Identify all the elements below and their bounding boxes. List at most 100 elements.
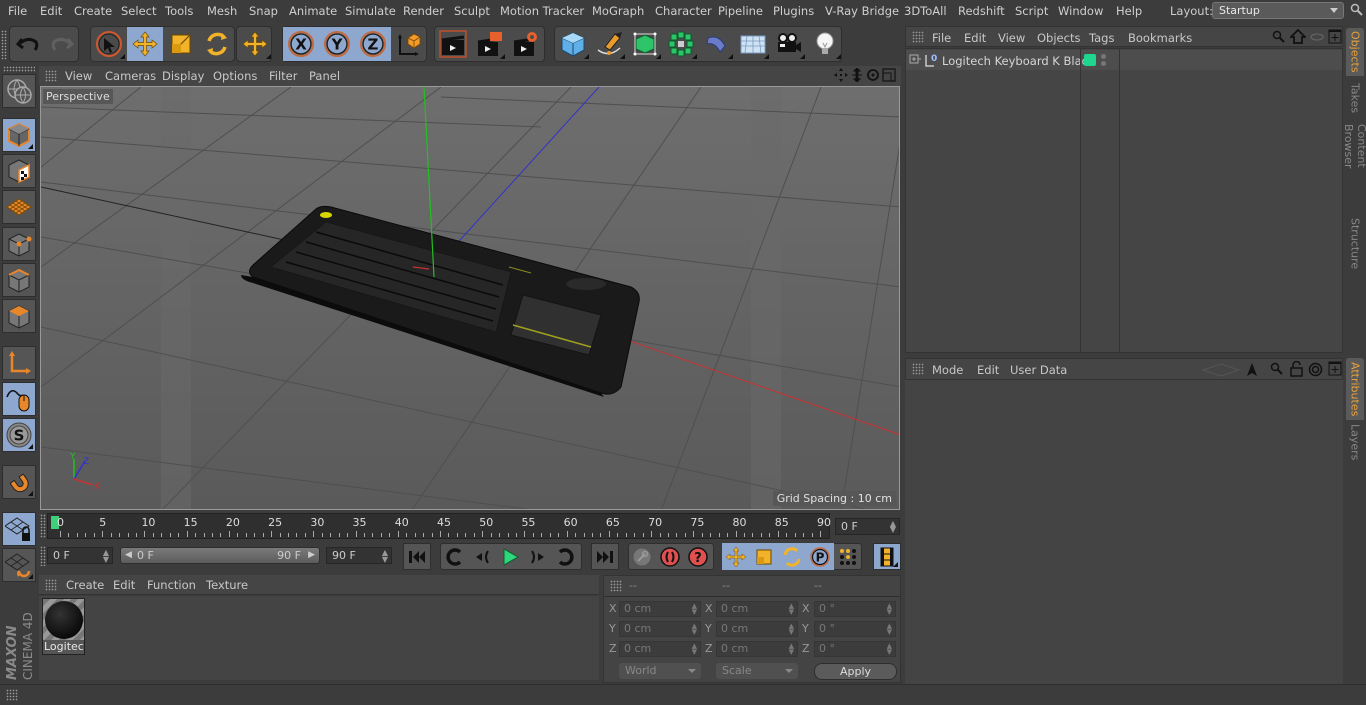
pan-view-icon[interactable] [834,68,848,82]
menu-mograph[interactable]: MoGraph [592,4,644,18]
material-item[interactable]: Logitech [42,598,85,655]
toolbar-grip[interactable] [1,30,7,60]
objects-menu-file[interactable]: File [932,31,951,45]
pos-y-field[interactable]: 0 cm ▲ ▼ [619,621,701,637]
new-window-icon[interactable] [1328,361,1342,376]
render-to-picture-viewer-button[interactable] [471,27,507,61]
previous-key-button[interactable] [440,543,468,570]
key-parameter-button[interactable]: P [806,543,834,570]
menu-vray-bridge[interactable]: V-Ray Bridge [825,4,899,18]
texture-mode-button[interactable] [2,154,36,188]
rot-y-field[interactable]: 0 ° ▲ ▼ [814,621,896,637]
column-divider[interactable] [1119,49,1120,352]
cube-button[interactable] [555,27,591,61]
menu-motion-tracker[interactable]: Motion Tracker [500,4,584,18]
x-axis-lock-button[interactable]: X [283,27,319,61]
menu-help[interactable]: Help [1116,4,1142,18]
transport-grip[interactable] [40,546,46,566]
timeline-grip[interactable] [40,514,46,538]
autokeying-button[interactable] [656,543,684,570]
cloner-button[interactable] [663,27,699,61]
editor-visibility-dot[interactable] [1101,54,1106,59]
spinner-icon[interactable]: ▲ ▼ [692,603,697,616]
rotate-tool-button[interactable] [199,27,235,61]
new-window-icon[interactable] [1328,29,1342,44]
material-menu-function[interactable]: Function [147,578,196,592]
tab-structure[interactable]: Structure [1346,214,1364,274]
start-frame-field[interactable]: 0 F ▲ ▼ [47,547,113,564]
menu-3dtoall[interactable]: 3DToAll [904,4,947,18]
tab-takes[interactable]: Takes [1346,78,1364,118]
pen-button[interactable] [591,27,627,61]
objects-menu-bookmarks[interactable]: Bookmarks [1128,31,1192,45]
pos-x-field[interactable]: 0 cm ▲ ▼ [619,601,701,617]
frame-range-slider[interactable]: ◀ 0 F 90 F ▶ [120,547,320,564]
spinner-icon[interactable]: ▲ ▼ [789,603,794,616]
spinner-icon[interactable]: ▲ ▼ [887,643,892,656]
tab-content-browser[interactable]: Content Browser [1342,120,1366,212]
spinner-icon[interactable]: ▲ ▼ [789,643,794,656]
y-axis-lock-button[interactable]: Y [319,27,355,61]
coordinates-grip[interactable] [610,580,622,592]
column-divider[interactable] [1080,49,1081,352]
edges-mode-button[interactable] [2,263,36,297]
workplane-mode-button[interactable] [2,190,36,224]
camera-label[interactable]: Perspective [43,89,113,104]
object-row[interactable]: 0 Logitech Keyboard K Black [906,50,1342,70]
timeline-window-button[interactable] [873,543,901,570]
range-right-arrow-icon[interactable]: ▶ [308,550,315,560]
subdivision-surface-button[interactable] [627,27,663,61]
live-selection-button[interactable] [91,27,127,61]
next-key-button[interactable] [552,543,580,570]
spinner-icon[interactable]: ▲ ▼ [789,623,794,636]
material-grip[interactable] [45,579,57,591]
floor-button[interactable] [735,27,771,61]
viewport-menu-filter[interactable]: Filter [269,69,297,83]
menu-plugins[interactable]: Plugins [773,4,814,18]
model-mode-button[interactable] [2,118,36,152]
coordinate-mode-dropdown[interactable]: World [619,663,701,679]
menu-render[interactable]: Render [403,4,444,18]
redo-button[interactable] [44,27,80,61]
attributes-menu-edit[interactable]: Edit [977,363,999,377]
z-axis-lock-button[interactable]: Z [355,27,391,61]
apply-button[interactable]: Apply [814,663,897,680]
tab-objects[interactable]: Objects [1346,28,1364,76]
key-scale-button[interactable] [750,543,778,570]
menu-pipeline[interactable]: Pipeline [718,4,763,18]
axis-mode-button[interactable] [2,346,36,380]
search-icon[interactable] [1350,3,1364,17]
object-name[interactable]: Logitech Keyboard K Black [942,54,1095,68]
layout-dropdown[interactable]: Startup [1212,2,1344,19]
rot-x-field[interactable]: 0 ° ▲ ▼ [814,601,896,617]
material-menu-create[interactable]: Create [66,578,104,592]
end-frame-field[interactable]: 90 F ▲ ▼ [326,547,392,564]
bend-deformer-button[interactable] [699,27,735,61]
render-visibility-dot[interactable] [1101,61,1106,66]
attributes-menu-user-data[interactable]: User Data [1010,363,1067,377]
search-icon[interactable] [1272,30,1286,44]
attribute-manager-grip[interactable] [912,363,924,375]
tab-attributes[interactable]: Attributes [1346,358,1364,420]
size-x-field[interactable]: 0 cm ▲ ▼ [716,601,798,617]
go-to-start-button[interactable] [403,543,431,570]
expand-icon[interactable] [909,54,921,66]
objects-menu-objects[interactable]: Objects [1037,31,1080,45]
navigation-history-icon[interactable] [1201,363,1241,377]
viewport-grip[interactable] [45,70,57,82]
target-icon[interactable] [1308,362,1323,377]
key-rotation-button[interactable] [778,543,806,570]
rot-z-field[interactable]: 0 ° ▲ ▼ [814,641,896,657]
viewport-menu-options[interactable]: Options [213,69,257,83]
lock-icon[interactable] [1290,361,1303,377]
recent-tool-button[interactable] [237,27,273,61]
solo-button[interactable]: S [2,418,36,452]
maximize-view-icon[interactable] [882,68,896,82]
menu-file[interactable]: File [8,4,27,18]
keyframe-selection-button[interactable]: ? [684,543,712,570]
previous-frame-button[interactable] [468,543,496,570]
status-bar-grip[interactable] [6,689,18,701]
light-button[interactable] [807,27,843,61]
rotate-view-icon[interactable] [866,68,880,82]
tweak-mode-button[interactable] [2,382,36,416]
